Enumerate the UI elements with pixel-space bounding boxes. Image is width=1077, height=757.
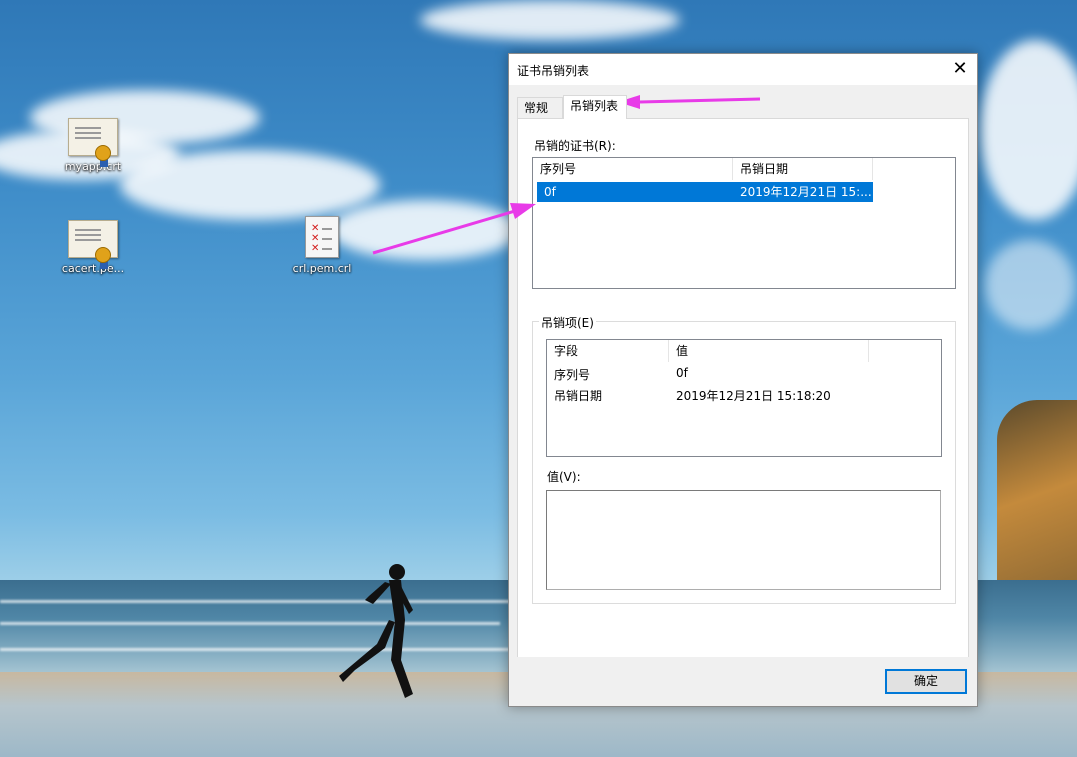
wave [0,600,520,603]
column-header-serial[interactable]: 序列号 [533,158,733,180]
cloud [980,40,1077,220]
crl-icon: ✕ ✕ ✕ [305,216,339,258]
ok-button[interactable]: 确定 [885,669,967,694]
title-bar[interactable]: 证书吊销列表 ✕ [509,54,977,85]
desktop-icon-label: myapp.crt [64,160,122,173]
entry-field-serial[interactable]: 序列号 [547,366,590,383]
column-header-field[interactable]: 字段 [547,340,669,362]
runner-silhouette [339,564,413,698]
certificate-icon [68,220,118,269]
cell-revocation-date: 2019年12月21日 15:... [740,185,872,199]
column-header-value[interactable]: 值 [669,340,869,362]
cloud [120,150,380,220]
wave [0,622,500,625]
entry-value-serial[interactable]: 0f [669,366,688,380]
cell-serial: 0f [544,185,556,199]
entry-value-revocation-date[interactable]: 2019年12月21日 15:18:20 [669,387,831,404]
revocation-entry-list[interactable]: 字段 值 序列号 0f 吊销日期 2019年12月21日 15:18:20 [546,339,942,457]
desktop-icon-cacert-pem[interactable]: cacert.pe... [53,220,133,275]
desktop-icon-label: cacert.pe... [61,262,125,275]
revoked-cert-row[interactable]: 0f 2019年12月21日 15:... [537,182,873,202]
desktop-icon-myapp-crt[interactable]: myapp.crt [53,118,133,173]
value-label: 值(V): [547,470,581,484]
desktop-icon-label: crl.pem.crl [292,262,352,275]
entry-field-revocation-date[interactable]: 吊销日期 [547,387,602,404]
revoked-certs-label: 吊销的证书(R): [534,139,616,153]
column-header-revocation-date[interactable]: 吊销日期 [733,158,873,180]
dialog-footer: 确定 [509,657,977,706]
desktop-icon-crl-pem-crl[interactable]: ✕ ✕ ✕ crl.pem.crl [282,216,362,275]
crl-dialog: 证书吊销列表 ✕ 常规 吊销列表 吊销的证书(R): 序列号 吊销日期 0f 2… [508,53,978,707]
dialog-body: 常规 吊销列表 吊销的证书(R): 序列号 吊销日期 0f 2019年12月21… [509,85,977,706]
cliff-rock [997,400,1077,590]
wave [0,648,540,651]
cloud [985,240,1075,330]
value-textbox[interactable] [546,490,941,590]
cloud [420,0,680,40]
tab-page-revocation-list: 吊销的证书(R): 序列号 吊销日期 0f 2019年12月21日 15:...… [517,118,969,659]
tab-general[interactable]: 常规 [517,97,563,118]
close-icon[interactable]: ✕ [949,58,971,80]
revocation-entry-label: 吊销项(E) [539,314,596,331]
dialog-title: 证书吊销列表 [517,64,590,78]
certificate-icon [68,118,118,167]
tab-revocation-list[interactable]: 吊销列表 [563,95,627,119]
revocation-entry-group: 吊销项(E) 字段 值 序列号 0f 吊销日期 2019年12月21日 15:1… [532,314,956,604]
revoked-certs-list[interactable]: 序列号 吊销日期 0f 2019年12月21日 15:... [532,157,956,289]
